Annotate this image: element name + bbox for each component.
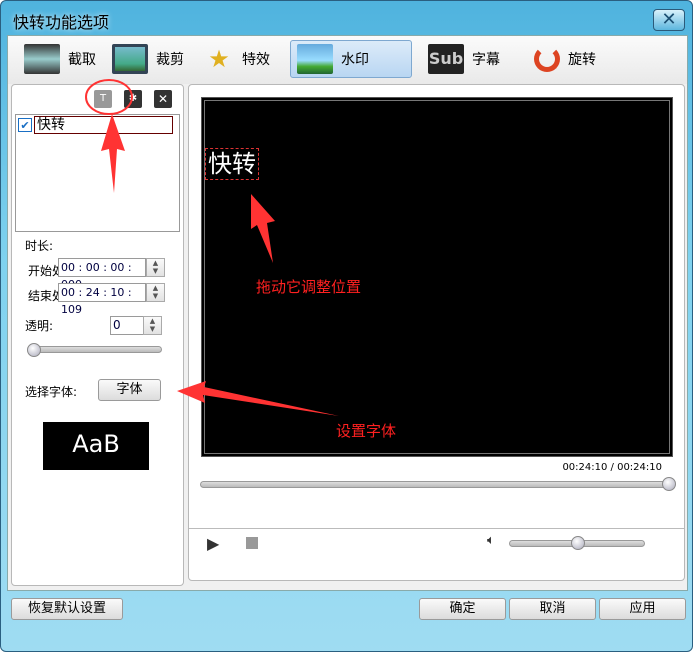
annotation-overlay [85,79,339,416]
annotation-arrow [101,114,125,193]
drag-hint-annotation: 拖动它调整位置 [256,278,362,296]
annotation-arrow [177,381,339,416]
font-hint-annotation: 设置字体 [336,422,397,440]
annotation-circle [85,79,133,115]
annotation-arrow [251,194,275,263]
dialog-window: 快转功能选项 ✕ 截取 裁剪 ★ 特效 水印 Sub 字幕 旋转 T ✱ ✕ ✔ 快… [0,0,693,652]
